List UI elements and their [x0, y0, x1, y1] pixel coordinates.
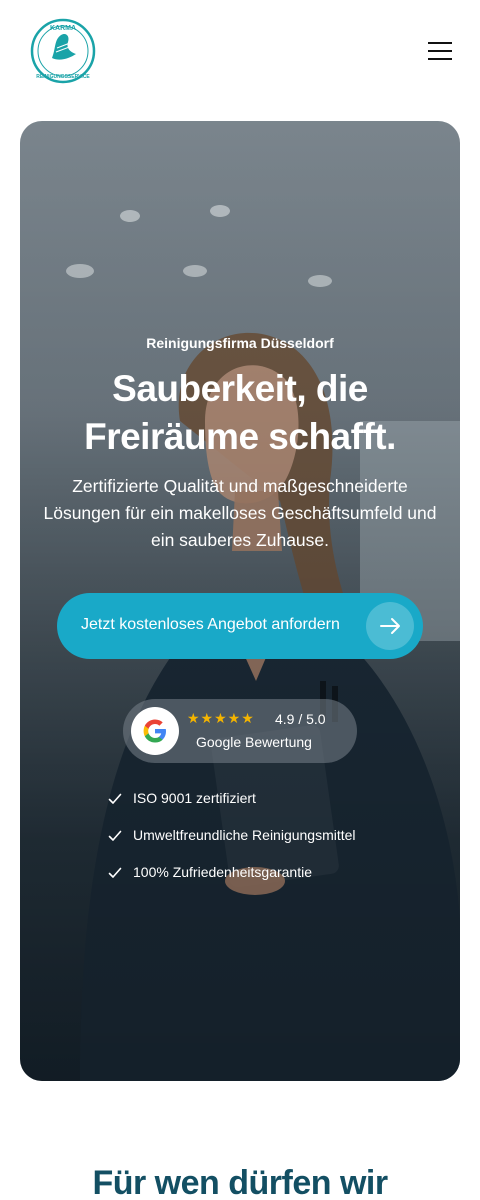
- hamburger-icon: [428, 42, 452, 44]
- svg-text:REINIGUNGSSERVICE: REINIGUNGSSERVICE: [36, 74, 90, 80]
- google-rating-badge[interactable]: ★★★★★ 4.9 / 5.0 Google Bewertung: [123, 699, 357, 763]
- list-item: Umweltfreundliche Reinigungsmittel: [108, 826, 428, 863]
- feature-text: ISO 9001 zertifiziert: [133, 790, 256, 806]
- list-item: 100% Zufriedenheitsgarantie: [108, 863, 428, 900]
- feature-list: ISO 9001 zertifiziert Umweltfreundliche …: [108, 789, 428, 900]
- hero-eyebrow: Reinigungsfirma Düsseldorf: [146, 335, 334, 351]
- menu-button[interactable]: [424, 36, 456, 66]
- rating-label: Google Bewertung: [196, 734, 312, 750]
- feature-text: Umweltfreundliche Reinigungsmittel: [133, 827, 356, 843]
- feature-text: 100% Zufriedenheitsgarantie: [133, 864, 313, 880]
- check-icon: [108, 867, 122, 878]
- google-logo-icon: [131, 707, 179, 755]
- hero-subtext: Zertifizierte Qualität und maßgeschneide…: [43, 476, 437, 550]
- hero-headline-line2: Freiräume schafft.: [84, 416, 396, 457]
- list-item: ISO 9001 zertifiziert: [108, 789, 428, 826]
- site-header: KARMA REINIGUNGSSERVICE: [0, 0, 480, 100]
- hero-headline-line1: Sauberkeit, die: [112, 368, 368, 409]
- hero-section: Reinigungsfirma Düsseldorf Sauberkeit, d…: [20, 121, 460, 1081]
- hero-headline: Sauberkeit, die Freiräume schafft.: [40, 365, 440, 461]
- company-logo[interactable]: KARMA REINIGUNGSSERVICE: [30, 18, 96, 84]
- section-title: Für wen dürfen wir: [92, 1164, 388, 1200]
- check-icon: [108, 830, 122, 841]
- request-quote-button[interactable]: Jetzt kostenloses Angebot anfordern: [57, 593, 423, 659]
- check-icon: [108, 793, 122, 804]
- arrow-right-icon: [366, 602, 414, 650]
- request-quote-label: Jetzt kostenloses Angebot anfordern: [81, 616, 340, 633]
- svg-text:KARMA: KARMA: [50, 25, 76, 32]
- rating-stars: ★★★★★: [187, 710, 255, 726]
- page: KARMA REINIGUNGSSERVICE Reinigungsfirma …: [0, 0, 480, 1200]
- rating-score: 4.9 / 5.0: [275, 711, 326, 727]
